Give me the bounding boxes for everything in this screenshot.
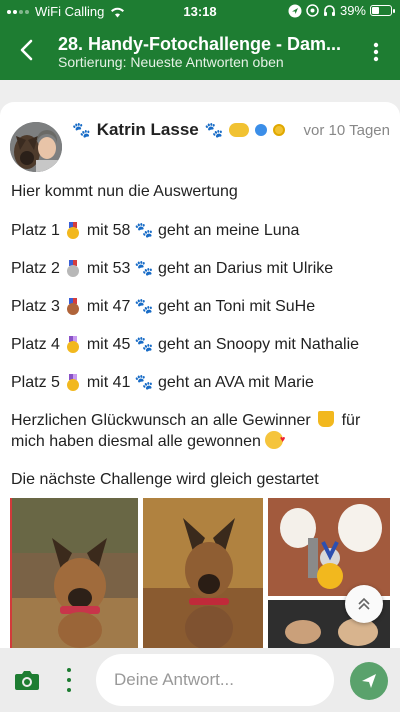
gold-medal-icon [67, 222, 80, 239]
status-bar: WiFi Calling 13:18 39% [0, 0, 400, 24]
trophy-icon [318, 411, 335, 427]
battery-icon [370, 5, 395, 16]
handshake-badge-icon [229, 123, 250, 137]
post-intro: Hier kommt nun die Auswertung [11, 183, 238, 200]
silver-medal-icon [67, 260, 80, 277]
place-points: mit 41 [86, 374, 131, 391]
place-line: Platz 5 mit 41 🐾 geht an AVA mit Marie [11, 373, 314, 393]
place-text: geht an meine Luna [158, 222, 300, 239]
camera-button[interactable] [14, 668, 40, 692]
place-points: mit 58 [86, 222, 131, 239]
dot-icon [67, 668, 71, 672]
place-text: geht an Toni mit SuHe [158, 298, 316, 315]
more-vertical-icon [373, 42, 379, 62]
place-label: Platz 4 [11, 336, 60, 353]
back-arrow-icon [20, 39, 33, 61]
place-label: Platz 3 [11, 298, 60, 315]
thread-title: 28. Handy-Fotochallenge - Dam... [58, 34, 342, 54]
congrats-text-2: mich haben diesmal alle gewonnen [11, 433, 261, 450]
double-chevron-up-icon [358, 597, 370, 610]
place-label: Platz 2 [11, 260, 60, 277]
paw-icon: 🐾 [204, 122, 224, 139]
paw-icon: 🐾 [134, 374, 154, 391]
more-attachments-button[interactable] [62, 668, 76, 692]
send-icon [362, 674, 376, 688]
author-avatar[interactable] [10, 122, 62, 172]
headphones-icon [323, 5, 335, 16]
place-label: Platz 5 [11, 374, 60, 391]
photo-thumbnail[interactable] [143, 498, 263, 648]
photo-thumbnail[interactable] [10, 498, 138, 648]
place-points: mit 45 [86, 336, 131, 353]
photo-collage-thumbnail[interactable] [268, 498, 390, 648]
place-points: mit 47 [86, 298, 131, 315]
do-not-disturb-icon [306, 4, 319, 17]
sort-label[interactable]: Sortierung: Neueste Antworten oben [58, 54, 284, 70]
paw-icon: 🐾 [134, 336, 154, 353]
back-button[interactable] [12, 36, 40, 64]
paw-icon: 🐾 [134, 260, 154, 277]
place-text: geht an Darius mit Ulrike [158, 260, 334, 277]
purple-medal-icon [67, 336, 80, 353]
author-name-row[interactable]: 🐾 Katrin Lasse 🐾 [72, 120, 286, 140]
place-line: Platz 1 mit 58 🐾 geht an meine Luna [11, 221, 299, 241]
paw-icon: 🐾 [134, 222, 154, 239]
dot-icon [67, 678, 71, 682]
congrats-text: Herzlichen Glückwunsch an alle Gewinner [11, 412, 311, 429]
status-right: 39% [288, 3, 395, 18]
place-text: geht an AVA mit Marie [158, 374, 314, 391]
post-time: vor 10 Tagen [303, 122, 390, 139]
photo-gallery [10, 498, 390, 648]
dot-icon [67, 688, 71, 692]
thread-content[interactable]: 🐾 Katrin Lasse 🐾 vor 10 Tagen Hier kommt… [0, 80, 400, 648]
location-icon [288, 4, 302, 17]
coin-badge-icon [273, 124, 286, 136]
scroll-to-top-button[interactable] [345, 585, 383, 623]
place-line: Platz 4 mit 45 🐾 geht an Snoopy mit Nath… [11, 335, 359, 355]
next-challenge-line: Die nächste Challenge wird gleich gestar… [11, 471, 319, 488]
congrats-line-2: mich haben diesmal alle gewonnen [11, 429, 285, 452]
place-label: Platz 1 [11, 222, 60, 239]
app-header: 28. Handy-Fotochallenge - Dam... Sortier… [0, 24, 400, 80]
paw-icon: 🐾 [72, 122, 91, 139]
bronze-medal-icon [67, 298, 80, 315]
purple-medal-icon [67, 374, 80, 391]
camera-icon [15, 671, 39, 690]
place-points: mit 53 [86, 260, 131, 277]
smiling-face-with-hearts-icon [265, 429, 285, 449]
more-options-button[interactable] [366, 38, 386, 66]
reply-composer [0, 648, 400, 712]
verified-badge-icon [255, 124, 268, 136]
congrats-text-end: für [341, 412, 361, 429]
send-button[interactable] [350, 662, 388, 700]
place-line: Platz 2 mit 53 🐾 geht an Darius mit Ulri… [11, 259, 333, 279]
post-card: 🐾 Katrin Lasse 🐾 vor 10 Tagen Hier kommt… [0, 102, 400, 648]
author-name: Katrin Lasse [96, 120, 199, 139]
paw-icon: 🐾 [134, 298, 154, 315]
battery-percent: 39% [339, 3, 366, 18]
place-text: geht an Snoopy mit Nathalie [158, 336, 360, 353]
congrats-line: Herzlichen Glückwunsch an alle Gewinner … [11, 411, 360, 431]
reply-input[interactable] [96, 654, 334, 706]
place-line: Platz 3 mit 47 🐾 geht an Toni mit SuHe [11, 297, 315, 317]
